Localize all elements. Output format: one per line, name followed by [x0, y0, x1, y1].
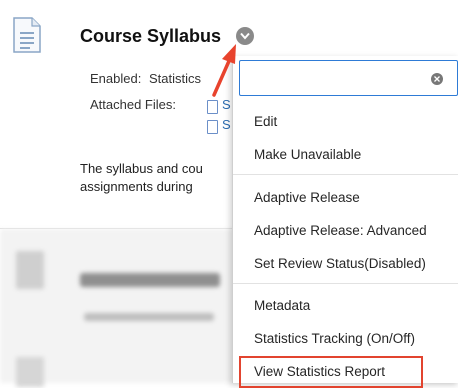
enabled-value: Statistics	[148, 71, 201, 86]
menu-item-adaptive-release-advanced[interactable]: Adaptive Release: Advanced	[254, 223, 427, 238]
description-line: The syllabus and cou	[80, 161, 203, 176]
menu-item-metadata[interactable]: Metadata	[254, 298, 310, 313]
attached-file-link-1[interactable]: S	[222, 97, 231, 112]
file-icon	[207, 120, 218, 134]
enabled-row: Enabled: Statistics	[90, 71, 201, 86]
clear-icon[interactable]	[431, 73, 443, 85]
highlight-box	[239, 356, 423, 388]
menu-item-edit[interactable]: Edit	[254, 114, 277, 129]
blurred-details	[84, 313, 214, 321]
menu-item-statistics-tracking[interactable]: Statistics Tracking (On/Off)	[254, 331, 415, 346]
menu-item-set-review-status[interactable]: Set Review Status(Disabled)	[254, 256, 426, 271]
attached-files-label: Attached Files:	[90, 97, 176, 112]
description-line: assignments during	[80, 179, 193, 194]
item-options-menu: Edit Make Unavailable Adaptive Release A…	[232, 56, 458, 383]
item-description: The syllabus and cou assignments during	[80, 160, 240, 196]
enabled-label: Enabled:	[90, 71, 142, 86]
chevron-down-icon[interactable]	[236, 27, 254, 45]
menu-item-adaptive-release[interactable]: Adaptive Release	[254, 190, 360, 205]
blurred-title	[80, 273, 220, 287]
document-icon	[13, 17, 41, 53]
document-icon	[16, 251, 44, 289]
item-title[interactable]: Course Syllabus	[80, 26, 221, 47]
menu-item-make-unavailable[interactable]: Make Unavailable	[254, 147, 361, 162]
menu-separator	[233, 174, 458, 175]
attached-file-link-2[interactable]: S	[222, 117, 231, 132]
menu-separator	[233, 283, 458, 284]
menu-search-input[interactable]	[239, 60, 458, 96]
file-icon	[207, 100, 218, 114]
